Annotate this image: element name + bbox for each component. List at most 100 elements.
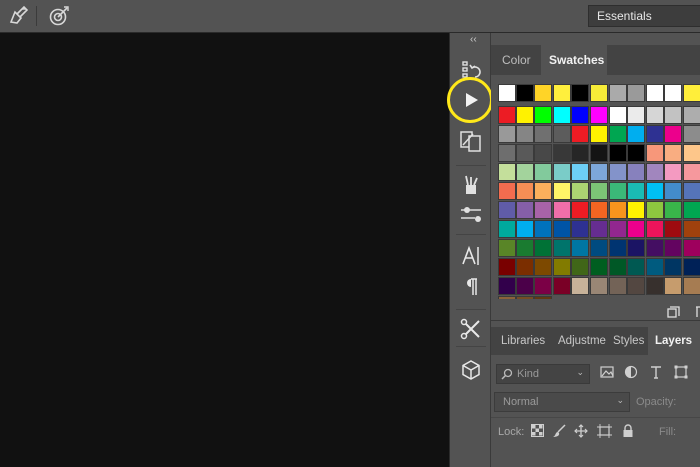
lock-image-icon[interactable]: [552, 424, 566, 443]
color-swatch[interactable]: [571, 220, 589, 238]
color-swatch[interactable]: [590, 144, 608, 162]
color-swatch[interactable]: [683, 201, 700, 219]
color-swatch[interactable]: [516, 144, 534, 162]
color-swatch[interactable]: [627, 84, 645, 102]
color-swatch[interactable]: [553, 277, 571, 295]
color-swatch[interactable]: [627, 239, 645, 257]
3d-cube-icon[interactable]: [454, 355, 488, 385]
color-swatch[interactable]: [683, 84, 700, 102]
color-swatch[interactable]: [553, 201, 571, 219]
color-swatch[interactable]: [683, 277, 700, 295]
type-filter-icon[interactable]: [649, 365, 663, 384]
blend-mode-select[interactable]: Normal ⌄: [494, 392, 630, 412]
color-swatch[interactable]: [571, 182, 589, 200]
adjust-sliders-icon[interactable]: [454, 199, 488, 229]
color-swatch[interactable]: [498, 106, 516, 124]
tab-color[interactable]: Color: [491, 45, 539, 75]
color-swatch[interactable]: [498, 201, 516, 219]
tool-presets-icon[interactable]: [454, 314, 488, 344]
color-swatch[interactable]: [627, 144, 645, 162]
color-swatch[interactable]: [627, 258, 645, 276]
color-swatch[interactable]: [664, 144, 682, 162]
color-swatch[interactable]: [683, 163, 700, 181]
color-swatch[interactable]: [664, 182, 682, 200]
color-swatch[interactable]: [646, 220, 664, 238]
color-swatch[interactable]: [609, 106, 627, 124]
color-swatch[interactable]: [553, 220, 571, 238]
color-swatch[interactable]: [646, 163, 664, 181]
color-swatch[interactable]: [683, 106, 700, 124]
color-swatch[interactable]: [609, 125, 627, 143]
color-swatch[interactable]: [683, 125, 700, 143]
color-swatch[interactable]: [609, 220, 627, 238]
color-swatch[interactable]: [627, 106, 645, 124]
color-swatch[interactable]: [571, 84, 589, 102]
color-swatch[interactable]: [646, 125, 664, 143]
color-swatch[interactable]: [646, 106, 664, 124]
color-swatch[interactable]: [683, 182, 700, 200]
color-swatch[interactable]: [627, 163, 645, 181]
color-swatch[interactable]: [590, 182, 608, 200]
color-swatch[interactable]: [498, 144, 516, 162]
tab-swatches[interactable]: Swatches: [541, 45, 607, 75]
brush-settings-icon[interactable]: [6, 4, 32, 28]
color-swatch[interactable]: [664, 201, 682, 219]
collapse-panels-icon[interactable]: ‹‹: [470, 34, 477, 45]
color-swatch[interactable]: [498, 125, 516, 143]
color-swatch[interactable]: [571, 144, 589, 162]
color-swatch[interactable]: [683, 239, 700, 257]
color-swatch[interactable]: [571, 239, 589, 257]
color-swatch[interactable]: [534, 106, 552, 124]
workspace-switcher[interactable]: Essentials: [588, 5, 700, 27]
color-swatch[interactable]: [590, 277, 608, 295]
color-swatch[interactable]: [646, 258, 664, 276]
color-swatch[interactable]: [553, 106, 571, 124]
tab-layers[interactable]: Layers: [648, 327, 700, 355]
color-swatch[interactable]: [590, 201, 608, 219]
color-swatch[interactable]: [590, 106, 608, 124]
color-swatch[interactable]: [498, 163, 516, 181]
color-swatch[interactable]: [609, 258, 627, 276]
properties-icon[interactable]: [454, 126, 488, 156]
color-swatch[interactable]: [646, 84, 664, 102]
color-swatch[interactable]: [571, 163, 589, 181]
canvas-area[interactable]: [0, 33, 448, 467]
color-swatch[interactable]: [498, 220, 516, 238]
color-swatch[interactable]: [534, 277, 552, 295]
color-swatch[interactable]: [664, 84, 682, 102]
color-swatch[interactable]: [516, 163, 534, 181]
color-swatch[interactable]: [627, 220, 645, 238]
color-swatch[interactable]: [627, 201, 645, 219]
color-swatch[interactable]: [646, 144, 664, 162]
character-icon[interactable]: [454, 241, 488, 271]
adjustment-filter-icon[interactable]: [624, 365, 638, 384]
color-swatch[interactable]: [534, 239, 552, 257]
color-swatch[interactable]: [609, 201, 627, 219]
color-swatch[interactable]: [646, 239, 664, 257]
color-swatch[interactable]: [534, 144, 552, 162]
paragraph-icon[interactable]: [454, 272, 488, 302]
shape-filter-icon[interactable]: [674, 365, 688, 384]
color-swatch[interactable]: [516, 84, 534, 102]
color-swatch[interactable]: [571, 258, 589, 276]
tab-adjustments[interactable]: Adjustme: [553, 327, 607, 355]
lock-all-icon[interactable]: [622, 424, 634, 443]
color-swatch[interactable]: [664, 220, 682, 238]
tab-styles[interactable]: Styles: [609, 327, 647, 355]
color-swatch[interactable]: [498, 296, 516, 299]
color-swatch[interactable]: [516, 201, 534, 219]
color-swatch[interactable]: [534, 125, 552, 143]
color-swatch[interactable]: [553, 182, 571, 200]
color-swatch[interactable]: [553, 144, 571, 162]
color-swatch[interactable]: [534, 296, 552, 299]
color-swatch[interactable]: [534, 201, 552, 219]
color-swatch[interactable]: [516, 106, 534, 124]
color-swatch[interactable]: [553, 125, 571, 143]
color-swatch[interactable]: [498, 84, 516, 102]
color-swatch[interactable]: [498, 239, 516, 257]
color-swatch[interactable]: [534, 182, 552, 200]
color-swatch[interactable]: [534, 258, 552, 276]
image-filter-icon[interactable]: [600, 365, 614, 384]
color-swatch[interactable]: [516, 258, 534, 276]
color-swatch[interactable]: [590, 84, 608, 102]
